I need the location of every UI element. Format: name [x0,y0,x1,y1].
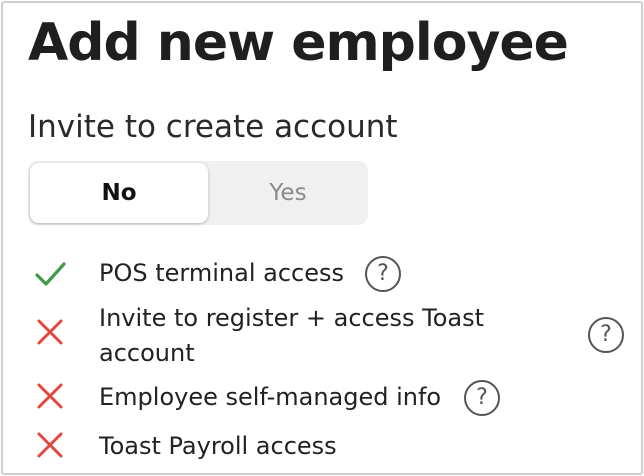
permission-label: Toast Payroll access [99,432,337,460]
x-icon [37,319,63,345]
invite-toggle: No Yes [28,161,368,225]
permission-label: Employee self-managed info [99,383,442,411]
invite-section-label: Invite to create account [28,109,398,145]
x-icon [37,383,63,409]
permission-label: POS terminal access [99,259,344,287]
permission-label-line2: account [99,339,195,367]
x-icon [37,432,63,458]
check-icon [35,262,66,286]
dialog-panel: Add new employee Invite to create accoun… [1,1,643,475]
help-icon[interactable]: ? [464,380,500,416]
page-title: Add new employee [28,13,569,73]
help-icon[interactable]: ? [588,317,624,353]
toggle-option-no[interactable]: No [30,163,208,223]
permission-label-line1: Invite to register + access Toast [99,304,484,332]
toggle-option-yes[interactable]: Yes [210,163,366,223]
help-icon[interactable]: ? [365,256,401,292]
